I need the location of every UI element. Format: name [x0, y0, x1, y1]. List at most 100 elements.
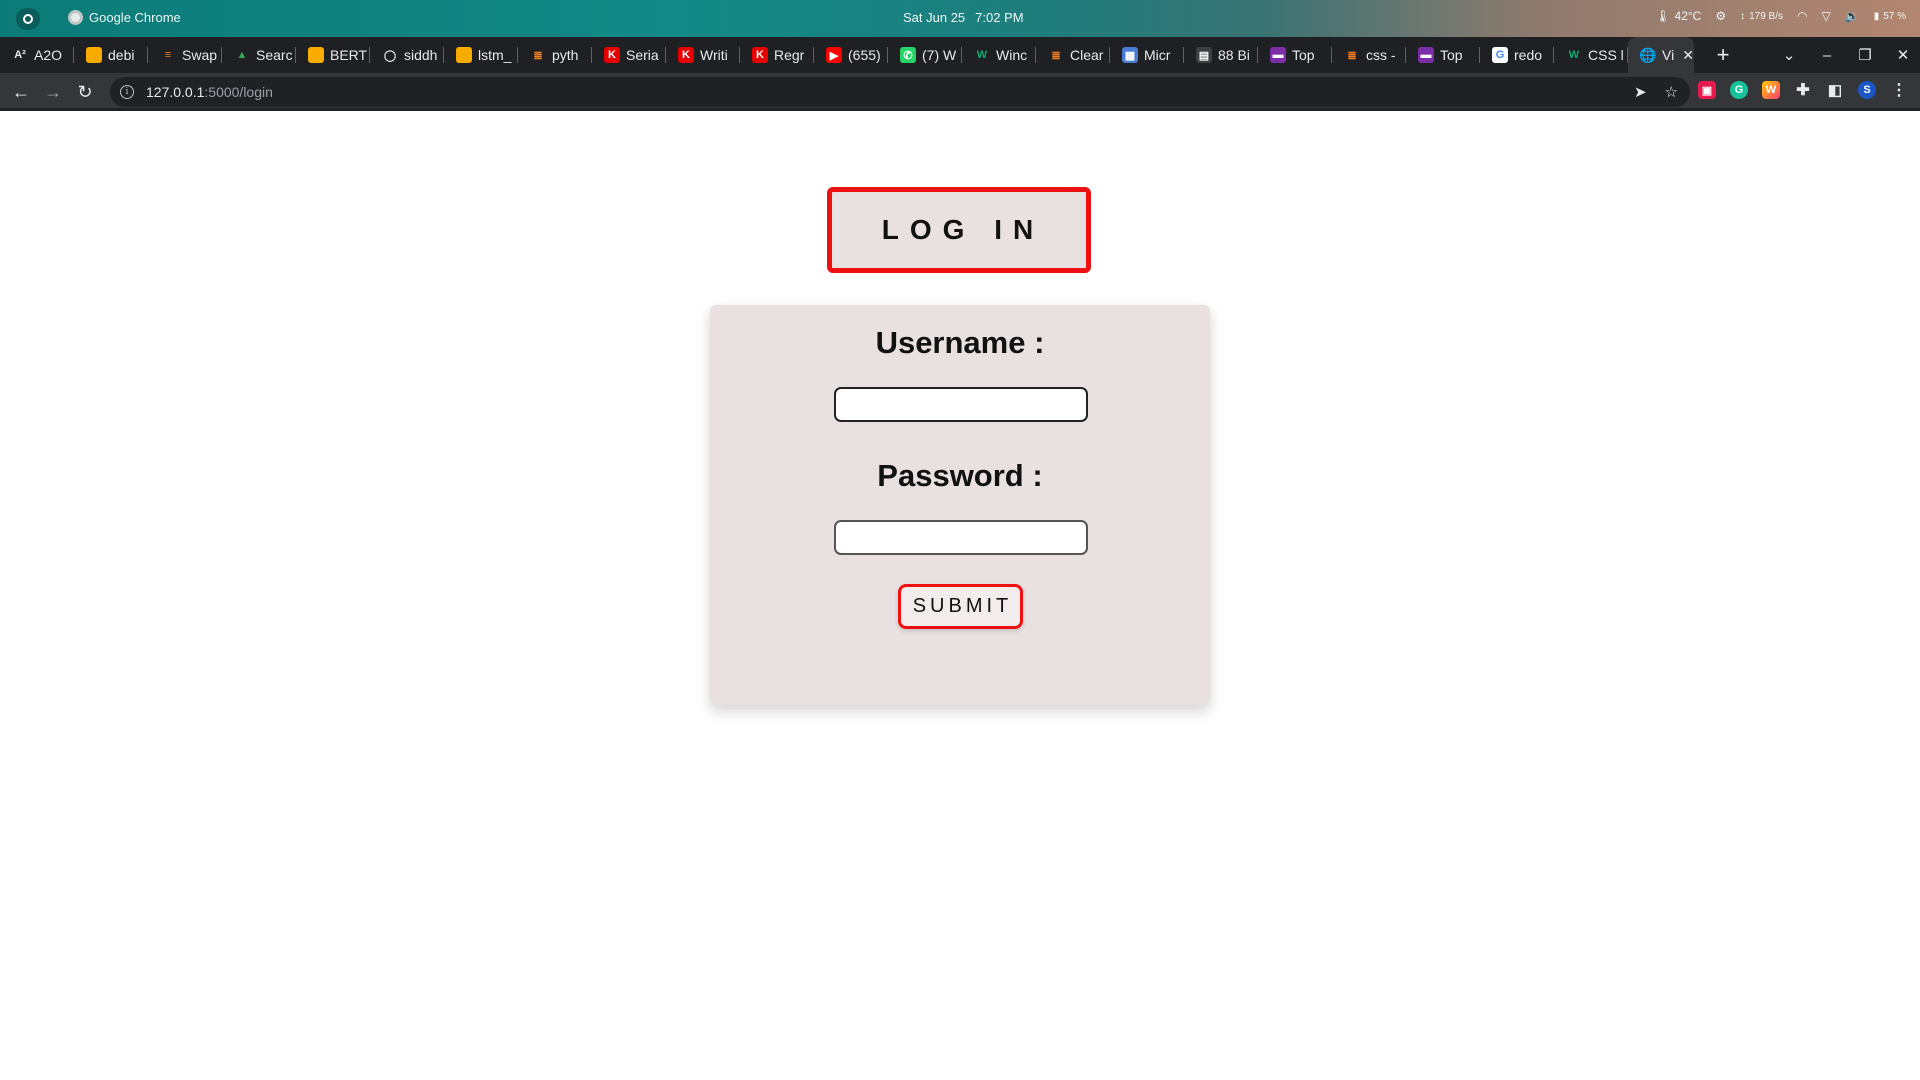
- battery-indicator[interactable]: ▮ 57 %: [1874, 11, 1906, 22]
- send-icon[interactable]: ➤: [1634, 83, 1647, 101]
- back-arrow-icon[interactable]: ←: [8, 79, 34, 105]
- kaggle-k-icon: K: [678, 47, 694, 63]
- network-speed-indicator[interactable]: ↕ 179 B/s: [1740, 11, 1783, 22]
- forward-arrow-icon[interactable]: →: [40, 79, 66, 105]
- chrome-icon: [68, 10, 83, 25]
- app-menu[interactable]: Google Chrome: [68, 10, 181, 25]
- tab-item[interactable]: ≣ css -: [1332, 37, 1406, 73]
- battery-label: 57 %: [1883, 10, 1906, 22]
- tab-item[interactable]: ≣ pyth: [518, 37, 592, 73]
- tab-title: debi: [108, 47, 135, 63]
- url-path: :5000/login: [204, 84, 273, 100]
- restore-icon[interactable]: ❐: [1856, 46, 1874, 64]
- side-panel-icon[interactable]: ◧: [1826, 81, 1844, 99]
- os-top-bar: Google Chrome Sat Jun 25 7:02 PM 🌡 42°C …: [0, 0, 1920, 37]
- tab-title: CSS l: [1588, 47, 1624, 63]
- tab-title: Winc: [996, 47, 1028, 63]
- tab-item[interactable]: ▬ Top: [1406, 37, 1480, 73]
- window-controls: ⌄ – ❐ ✕: [1780, 37, 1912, 73]
- tab-item[interactable]: W CSS l: [1554, 37, 1628, 73]
- tab-item[interactable]: ≣ Clear: [1036, 37, 1110, 73]
- tab-title: BERT: [330, 47, 368, 63]
- password-input[interactable]: [834, 520, 1088, 555]
- wifi-indicator[interactable]: ◠: [1797, 9, 1807, 23]
- tab-title: pyth: [552, 47, 579, 63]
- tab-item[interactable]: ▶ (655): [814, 37, 888, 73]
- bookmark-star-icon[interactable]: ☆: [1665, 83, 1678, 101]
- colab-icon: ∞: [456, 47, 472, 63]
- network-speed-label: 179 B/s: [1749, 10, 1784, 22]
- kaggle-k-icon: K: [752, 47, 768, 63]
- tab-item[interactable]: ▲ Searc: [222, 37, 296, 73]
- w3schools-icon: W: [1566, 47, 1582, 63]
- new-tab-button[interactable]: +: [1709, 41, 1737, 69]
- username-label: Username :: [875, 325, 1045, 360]
- stackoverflow-icon: ≣: [530, 47, 546, 63]
- activities-button[interactable]: [16, 8, 40, 30]
- indicator-applet[interactable]: ⚙: [1715, 9, 1726, 23]
- tab-item[interactable]: K Seria: [592, 37, 666, 73]
- colab-icon: ∞: [86, 47, 102, 63]
- tab-title: (655): [848, 47, 881, 63]
- close-tab-icon[interactable]: ✕: [1682, 47, 1694, 64]
- browser-toolbar: ← → ↻ i 127.0.0.1:5000/login ➤ ☆ ▣ G W ✚…: [0, 73, 1920, 111]
- tab-item[interactable]: Gredo: [1480, 37, 1554, 73]
- tab-item[interactable]: ▬ Top: [1258, 37, 1332, 73]
- tab-item[interactable]: ∞ BERT: [296, 37, 370, 73]
- extension-w-icon[interactable]: W: [1762, 81, 1780, 99]
- tab-item[interactable]: ✆ (7) W: [888, 37, 962, 73]
- tab-title: Top: [1292, 47, 1315, 63]
- whatsapp-icon: ✆: [900, 47, 916, 63]
- thermometer-icon: 🌡: [1655, 9, 1671, 23]
- temperature-indicator[interactable]: 🌡 42°C: [1655, 9, 1701, 23]
- tab-item[interactable]: ∞ lstm_: [444, 37, 518, 73]
- clock-date: Sat Jun 25: [903, 10, 966, 25]
- tab-title: redo: [1514, 47, 1543, 63]
- site-info-icon[interactable]: i: [120, 85, 134, 99]
- omnibox-actions: ➤ ☆: [1634, 83, 1678, 101]
- reload-icon[interactable]: ↻: [72, 79, 98, 105]
- tab-item[interactable]: ◯ siddh: [370, 37, 444, 73]
- tab-active[interactable]: 🌐 Vi ✕: [1628, 37, 1694, 73]
- volume-indicator[interactable]: 🔉: [1845, 9, 1860, 23]
- extensions-puzzle-icon[interactable]: ✚: [1794, 81, 1812, 99]
- app-name-label: Google Chrome: [89, 10, 181, 25]
- tab-item[interactable]: ▦ Micr: [1110, 37, 1184, 73]
- tab-item[interactable]: ≡ Swap: [148, 37, 222, 73]
- profile-avatar[interactable]: S: [1858, 81, 1876, 99]
- vpn-indicator[interactable]: ▽: [1822, 9, 1831, 23]
- activities-icon: [23, 14, 33, 24]
- minimize-icon[interactable]: –: [1818, 47, 1836, 64]
- clock[interactable]: Sat Jun 25 7:02 PM: [903, 10, 1024, 25]
- tab-item[interactable]: W Winc: [962, 37, 1036, 73]
- kaggle-k-icon: K: [604, 47, 620, 63]
- codepen-icon: ▬: [1270, 47, 1286, 63]
- tab-title: Swap: [182, 47, 218, 63]
- globe-icon: 🌐: [1639, 46, 1657, 63]
- page-content: LOG IN Username : Password : SUBMIT: [0, 111, 1920, 1080]
- vpn-icon: ▽: [1821, 9, 1831, 23]
- close-window-icon[interactable]: ✕: [1894, 46, 1912, 64]
- tab-item[interactable]: ▤ 88 Bi: [1184, 37, 1258, 73]
- extension-red-icon[interactable]: ▣: [1698, 81, 1716, 99]
- updown-arrow-icon: ↕: [1740, 10, 1746, 22]
- tab-title: Seria: [626, 47, 659, 63]
- submit-button[interactable]: SUBMIT: [898, 584, 1023, 629]
- grammarly-icon[interactable]: G: [1730, 81, 1748, 99]
- youtube-icon: ▶: [826, 47, 842, 63]
- cpu-icon: ⚙: [1715, 9, 1727, 23]
- system-tray[interactable]: 🌡 42°C ⚙ ↕ 179 B/s ◠ ▽ 🔉 ▮ 57 %: [1655, 9, 1906, 23]
- menu-kebab-icon[interactable]: ⋮: [1890, 81, 1908, 99]
- tab-item[interactable]: A² A2O: [0, 37, 74, 73]
- address-bar[interactable]: i 127.0.0.1:5000/login ➤ ☆: [110, 77, 1690, 107]
- tab-title: 88 Bi: [1218, 47, 1250, 63]
- tab-title: css -: [1366, 47, 1396, 63]
- tab-search-chevron-icon[interactable]: ⌄: [1780, 46, 1798, 64]
- colab-icon: ∞: [308, 47, 324, 63]
- username-input[interactable]: [834, 387, 1088, 422]
- tab-title: (7) W: [922, 47, 957, 63]
- tab-title: Micr: [1144, 47, 1171, 63]
- tab-item[interactable]: K Writi: [666, 37, 740, 73]
- tab-item[interactable]: K Regr: [740, 37, 814, 73]
- tab-item[interactable]: ∞ debi: [74, 37, 148, 73]
